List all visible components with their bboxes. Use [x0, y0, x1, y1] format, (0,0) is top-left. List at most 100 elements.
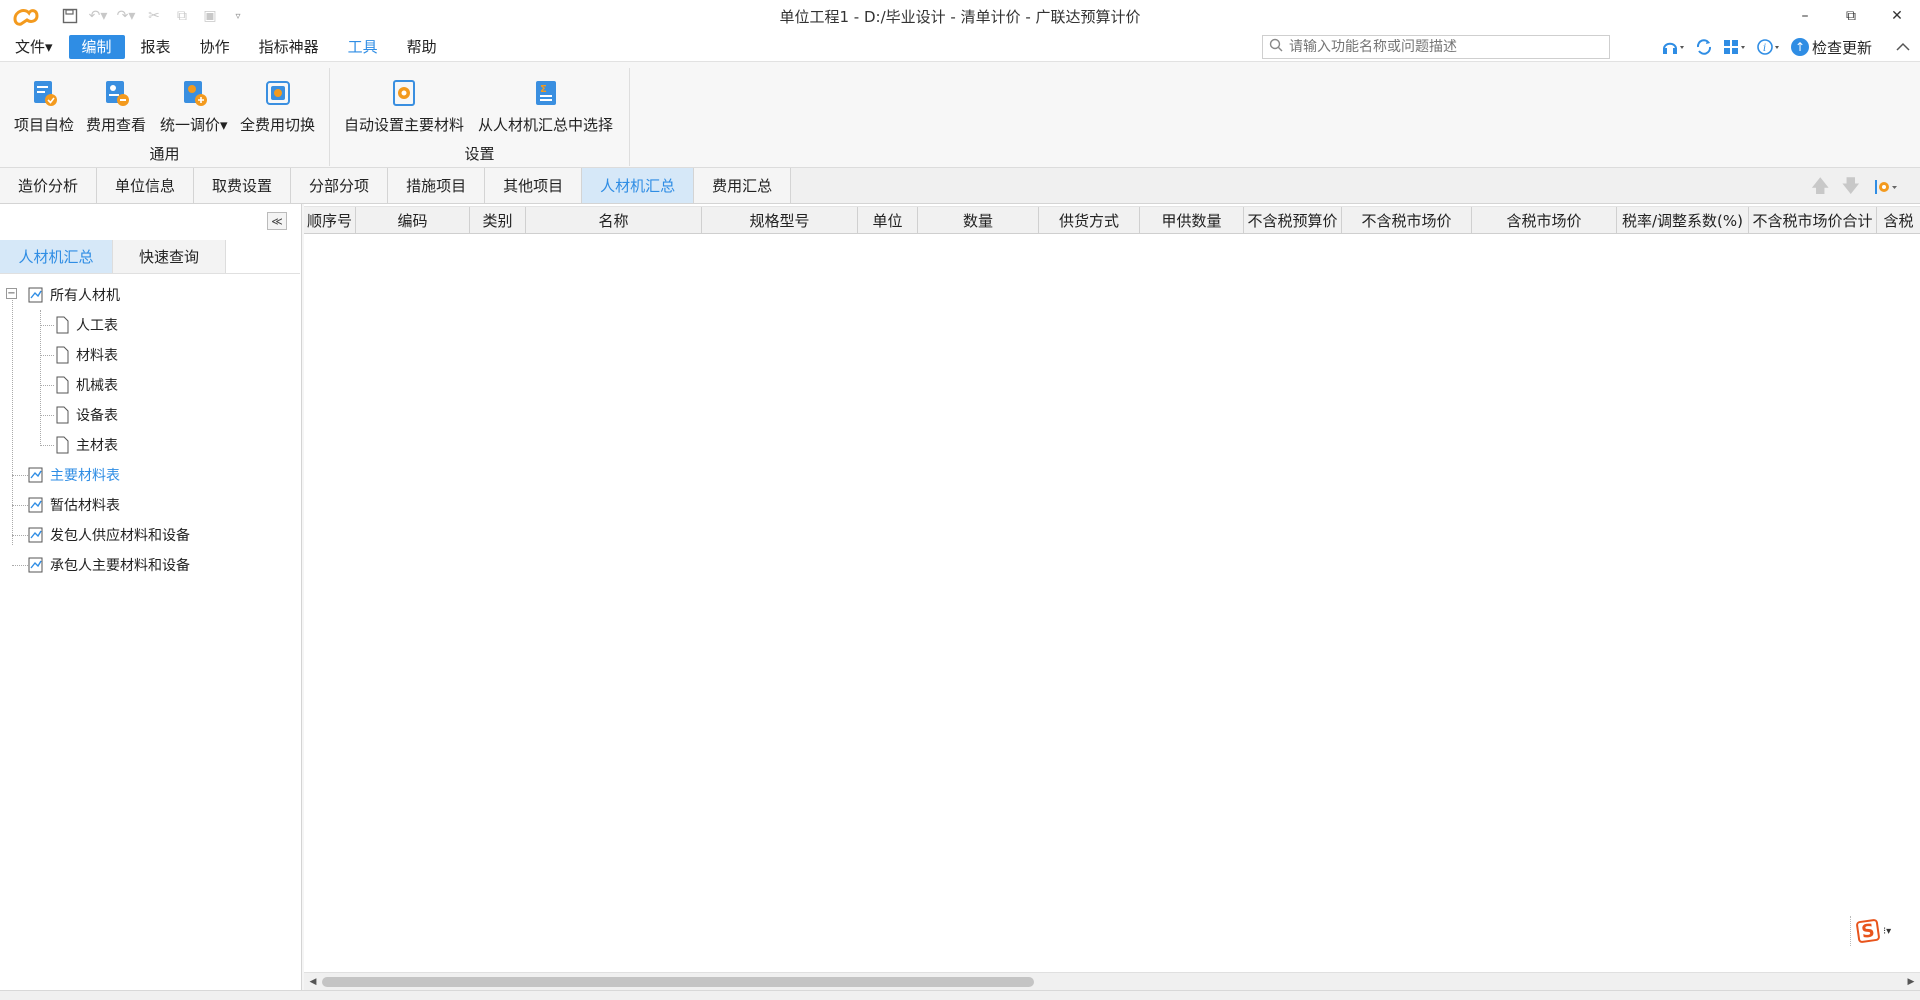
headset-icon[interactable] — [1661, 36, 1685, 58]
menu-tools[interactable]: 工具 — [335, 35, 391, 59]
copy-icon[interactable]: ⧉ — [172, 6, 192, 26]
search-input[interactable] — [1289, 39, 1599, 55]
select-from-summary-button[interactable]: Σ 从人材机汇总中选择 — [478, 78, 613, 135]
tab-measure-items[interactable]: 措施项目 — [388, 168, 486, 203]
customize-quick-access-icon[interactable]: ▿ — [228, 6, 248, 26]
info-icon[interactable]: i — [1757, 36, 1781, 58]
col-category[interactable]: 类别 — [470, 207, 526, 233]
undo-icon[interactable]: ↶▾ — [88, 6, 108, 26]
menu-file[interactable]: 文件▾ — [2, 35, 66, 59]
minimize-button[interactable]: – — [1782, 0, 1828, 32]
subtab-quick-query[interactable]: 快速查询 — [113, 240, 226, 273]
gear-doc-icon — [393, 80, 415, 106]
sum-list-icon: Σ — [535, 81, 556, 105]
tree-node-equipment[interactable]: 设备表 — [54, 400, 118, 430]
report-icon — [28, 557, 43, 573]
tab-sub-items[interactable]: 分部分项 — [291, 168, 389, 203]
col-market-price-ex-tax[interactable]: 不含税市场价 — [1342, 207, 1472, 233]
sogou-ime-icon: S — [1855, 918, 1881, 944]
report-icon — [28, 527, 43, 543]
move-down-icon[interactable]: 🡇 — [1841, 174, 1860, 204]
menu-collaborate[interactable]: 协作 — [187, 35, 243, 59]
cut-icon[interactable]: ✂ — [144, 6, 164, 26]
collapse-ribbon-icon[interactable] — [1896, 36, 1910, 58]
tree-node-main-material[interactable]: 主材表 — [54, 430, 118, 460]
col-quantity[interactable]: 数量 — [918, 207, 1039, 233]
tab-other-items[interactable]: 其他项目 — [485, 168, 583, 203]
view-cost-button[interactable]: 费用查看 — [86, 78, 146, 135]
menu-index-tool[interactable]: 指标神器 — [246, 35, 332, 59]
title-bar: ↶▾ ↷▾ ✂ ⧉ ▣ ▿ 单位工程1 - D:/毕业设计 - 清单计价 - 广… — [0, 0, 1920, 32]
col-spec[interactable]: 规格型号 — [702, 207, 858, 233]
col-market-total-ex-tax[interactable]: 不含税市场价合计 — [1749, 207, 1877, 233]
project-self-check-button[interactable]: 项目自检 — [14, 78, 74, 135]
tree-node-key-materials[interactable]: 主要材料表 — [28, 460, 120, 490]
collapse-panel-button[interactable]: ≪ — [267, 212, 287, 230]
tree-node-client-supplied[interactable]: 发包人供应材料和设备 — [28, 520, 190, 550]
col-code[interactable]: 编码 — [356, 207, 470, 233]
col-client-supplied-qty[interactable]: 甲供数量 — [1140, 207, 1244, 233]
col-market-price-inc-tax[interactable]: 含税市场价 — [1472, 207, 1617, 233]
menu-report[interactable]: 报表 — [128, 35, 184, 59]
paste-icon[interactable]: ▣ — [200, 6, 220, 26]
auto-set-main-material-button[interactable]: 自动设置主要材料 — [344, 78, 464, 135]
window-controls: – ⧉ ✕ — [1782, 0, 1920, 32]
left-subtabs: 人材机汇总 快速查询 — [0, 240, 300, 274]
apps-grid-icon[interactable] — [1723, 36, 1747, 58]
tab-fee-settings[interactable]: 取费设置 — [194, 168, 292, 203]
app-logo-icon — [10, 4, 40, 28]
menu-help[interactable]: 帮助 — [394, 35, 450, 59]
tree-node-all-materials[interactable]: 所有人材机 — [28, 280, 120, 310]
tree-node-material[interactable]: 材料表 — [54, 340, 118, 370]
tab-unit-info[interactable]: 单位信息 — [97, 168, 195, 203]
col-budget-price-ex-tax[interactable]: 不含税预算价 — [1244, 207, 1342, 233]
col-unit[interactable]: 单位 — [858, 207, 918, 233]
scroll-thumb[interactable] — [322, 977, 1034, 987]
document-icon — [56, 316, 69, 334]
settings-menu-icon[interactable] — [1872, 177, 1900, 202]
close-button[interactable]: ✕ — [1874, 0, 1920, 32]
ime-menu-icon[interactable]: ⁝▾ — [1883, 926, 1891, 937]
upload-arrow-icon: ↑ — [1790, 38, 1809, 56]
document-icon — [56, 376, 69, 394]
col-supply-mode[interactable]: 供货方式 — [1039, 207, 1140, 233]
full-cost-toggle-button[interactable]: 全费用切换 — [240, 78, 315, 135]
restore-button[interactable]: ⧉ — [1828, 0, 1874, 32]
scroll-left-icon[interactable]: ◀ — [306, 975, 320, 989]
tree-node-estimated-materials[interactable]: 暂估材料表 — [28, 490, 120, 520]
tree-node-machinery[interactable]: 机械表 — [54, 370, 118, 400]
horizontal-scrollbar[interactable]: ◀ ▶ — [304, 972, 1920, 990]
unified-price-adjust-button[interactable]: 统一调价▾ — [160, 78, 228, 135]
document-icon — [56, 436, 69, 454]
tab-fee-summary[interactable]: 费用汇总 — [694, 168, 792, 203]
tree-node-labor[interactable]: 人工表 — [54, 310, 118, 340]
col-inc-tax-truncated[interactable]: 含税 — [1877, 207, 1920, 233]
col-name[interactable]: 名称 — [526, 207, 702, 233]
window-title: 单位工程1 - D:/毕业设计 - 清单计价 - 广联达预算计价 — [779, 8, 1141, 26]
check-update-button[interactable]: ↑ 检查更新 — [1790, 37, 1872, 58]
col-seq[interactable]: 顺序号 — [304, 207, 356, 233]
ribbon-group-settings: 自动设置主要材料 Σ 从人材机汇总中选择 设置 — [330, 68, 630, 166]
ime-indicator[interactable]: S ⁝▾ — [1850, 916, 1906, 946]
move-up-icon[interactable]: 🡅 — [1811, 174, 1830, 204]
quick-access-toolbar: ↶▾ ↷▾ ✂ ⧉ ▣ ▿ — [60, 6, 248, 26]
material-grid[interactable]: 顺序号 编码 类别 名称 规格型号 单位 数量 供货方式 甲供数量 不含税预算价… — [304, 204, 1920, 972]
tab-cost-analysis[interactable]: 造价分析 — [0, 168, 98, 203]
tab-labor-material-summary[interactable]: 人材机汇总 — [582, 168, 695, 203]
document-icon — [56, 346, 69, 364]
tree-collapse-toggle[interactable]: − — [6, 288, 17, 299]
subtab-summary[interactable]: 人材机汇总 — [0, 240, 113, 273]
right-tools: i ↑ 检查更新 — [1661, 35, 1910, 59]
save-icon[interactable] — [60, 6, 80, 26]
status-bar — [0, 990, 1920, 1000]
function-search-box[interactable] — [1262, 35, 1610, 59]
scroll-right-icon[interactable]: ▶ — [1904, 975, 1918, 989]
menu-edit[interactable]: 编制 — [68, 34, 125, 59]
redo-icon[interactable]: ↷▾ — [116, 6, 136, 26]
tree-node-contractor-materials[interactable]: 承包人主要材料和设备 — [28, 550, 190, 580]
sync-icon[interactable] — [1695, 36, 1713, 58]
subtab-blank — [226, 240, 300, 273]
full-cost-switch-icon — [265, 81, 290, 105]
svg-text:Σ: Σ — [540, 84, 547, 95]
col-tax-rate[interactable]: 税率/调整系数(%) — [1617, 207, 1749, 233]
